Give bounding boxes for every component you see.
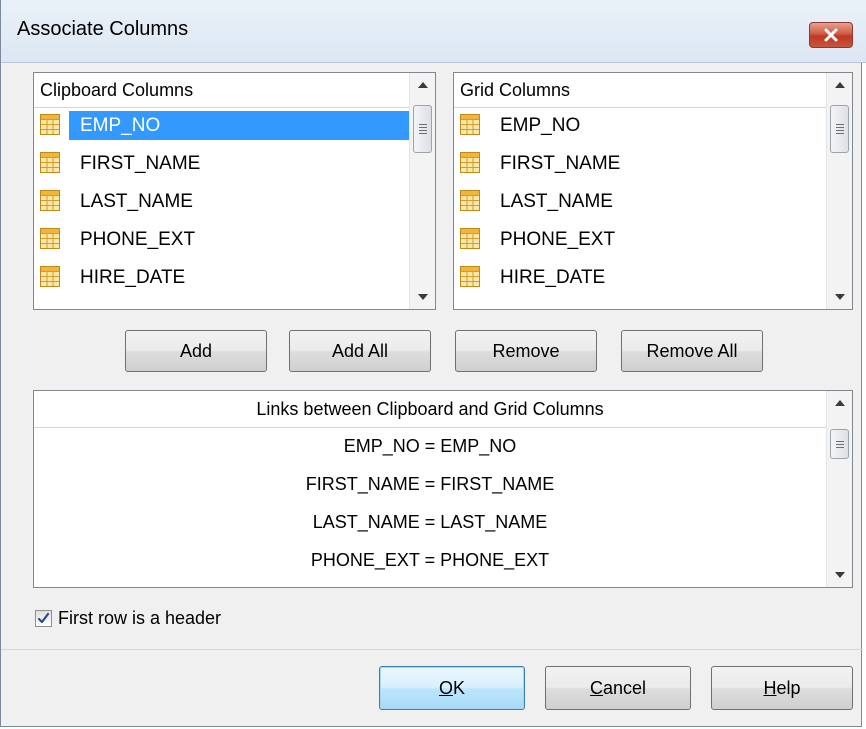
table-icon [40, 266, 60, 287]
table-icon [460, 114, 480, 135]
ok-mnemonic: O [438, 677, 453, 698]
add-button[interactable]: Add [125, 330, 267, 372]
links-scrollbar[interactable] [826, 391, 852, 587]
link-item[interactable]: LAST_NAME = LAST_NAME [34, 503, 826, 541]
links-list[interactable]: Links between Clipboard and Grid Columns… [33, 390, 853, 588]
first-row-header-option[interactable]: First row is a header [35, 608, 221, 629]
clipboard-column-label: FIRST_NAME [80, 153, 201, 174]
help-label: elp [776, 677, 801, 698]
associate-columns-dialog: Associate Columns Clipboard Columns EMP_… [0, 0, 866, 727]
footer-divider [1, 649, 863, 650]
table-icon [460, 190, 480, 211]
clipboard-column-label: HIRE_DATE [80, 267, 186, 288]
table-icon [460, 152, 480, 173]
scrollbar-thumb[interactable] [830, 429, 849, 459]
link-item[interactable]: FIRST_NAME = FIRST_NAME [34, 465, 826, 503]
arrow-down-icon [834, 572, 845, 578]
clipboard-column-label: EMP_NO [69, 111, 409, 140]
clipboard-columns-list[interactable]: Clipboard Columns EMP_NO FIRST_NAME LAST… [33, 72, 436, 310]
grid-column-item[interactable]: HIRE_DATE [454, 259, 826, 297]
window-title: Associate Columns [17, 18, 189, 40]
first-row-header-checkbox[interactable] [35, 610, 52, 627]
arrow-down-icon [834, 294, 845, 300]
links-header: Links between Clipboard and Grid Columns [34, 391, 826, 428]
scrollbar-thumb[interactable] [830, 105, 849, 153]
scroll-down-button[interactable] [827, 563, 852, 587]
add-all-button[interactable]: Add All [289, 330, 431, 372]
grid-column-item[interactable]: FIRST_NAME [454, 145, 826, 183]
cancel-label: ancel [602, 677, 647, 698]
clipboard-column-label: LAST_NAME [80, 191, 193, 212]
title-bar: Associate Columns [1, 0, 866, 63]
scroll-up-button[interactable] [827, 391, 852, 415]
help-button[interactable]: Help [711, 666, 853, 710]
table-icon [40, 228, 60, 249]
scroll-down-button[interactable] [410, 285, 435, 309]
cancel-button[interactable]: Cancel [545, 666, 691, 710]
clipboard-column-item[interactable]: PHONE_EXT [34, 221, 409, 259]
remove-button[interactable]: Remove [455, 330, 597, 372]
remove-all-button[interactable]: Remove All [621, 330, 763, 372]
first-row-header-label: First row is a header [58, 608, 222, 628]
scroll-up-button[interactable] [410, 73, 435, 97]
scroll-up-button[interactable] [827, 73, 852, 97]
arrow-up-icon [834, 82, 845, 88]
clipboard-column-item[interactable]: EMP_NO [34, 107, 409, 145]
table-icon [460, 266, 480, 287]
help-mnemonic: H [763, 677, 777, 698]
arrow-down-icon [417, 294, 428, 300]
grid-columns-list[interactable]: Grid Columns EMP_NO FIRST_NAME LAST_NAME… [453, 72, 853, 310]
link-item[interactable]: EMP_NO = EMP_NO [34, 427, 826, 465]
grid-column-item[interactable]: PHONE_EXT [454, 221, 826, 259]
scroll-down-button[interactable] [827, 285, 852, 309]
table-icon [40, 190, 60, 211]
grid-columns-scrollbar[interactable] [826, 73, 852, 309]
grid-column-item[interactable]: EMP_NO [454, 107, 826, 145]
arrow-up-icon [417, 82, 428, 88]
close-icon [823, 28, 839, 42]
clipboard-columns-header: Clipboard Columns [34, 73, 409, 108]
ok-button[interactable]: OK [379, 666, 525, 710]
grid-column-label: LAST_NAME [500, 191, 613, 212]
table-icon [40, 152, 60, 173]
cancel-mnemonic: C [589, 677, 603, 698]
arrow-up-icon [834, 400, 845, 406]
scrollbar-thumb[interactable] [413, 105, 432, 153]
grid-columns-header: Grid Columns [454, 73, 826, 108]
clipboard-column-item[interactable]: FIRST_NAME [34, 145, 409, 183]
clipboard-column-label: PHONE_EXT [80, 229, 196, 250]
grid-column-label: HIRE_DATE [500, 267, 606, 288]
ok-label: K [453, 677, 466, 698]
grid-column-label: FIRST_NAME [500, 153, 621, 174]
table-icon [40, 114, 60, 135]
clipboard-columns-scrollbar[interactable] [409, 73, 435, 309]
close-button[interactable] [809, 22, 853, 48]
grid-column-label: PHONE_EXT [500, 229, 616, 250]
table-icon [460, 228, 480, 249]
clipboard-column-item[interactable]: LAST_NAME [34, 183, 409, 221]
grid-column-item[interactable]: LAST_NAME [454, 183, 826, 221]
clipboard-column-item[interactable]: HIRE_DATE [34, 259, 409, 297]
link-item[interactable]: PHONE_EXT = PHONE_EXT [34, 541, 826, 579]
grid-column-label: EMP_NO [500, 115, 581, 136]
